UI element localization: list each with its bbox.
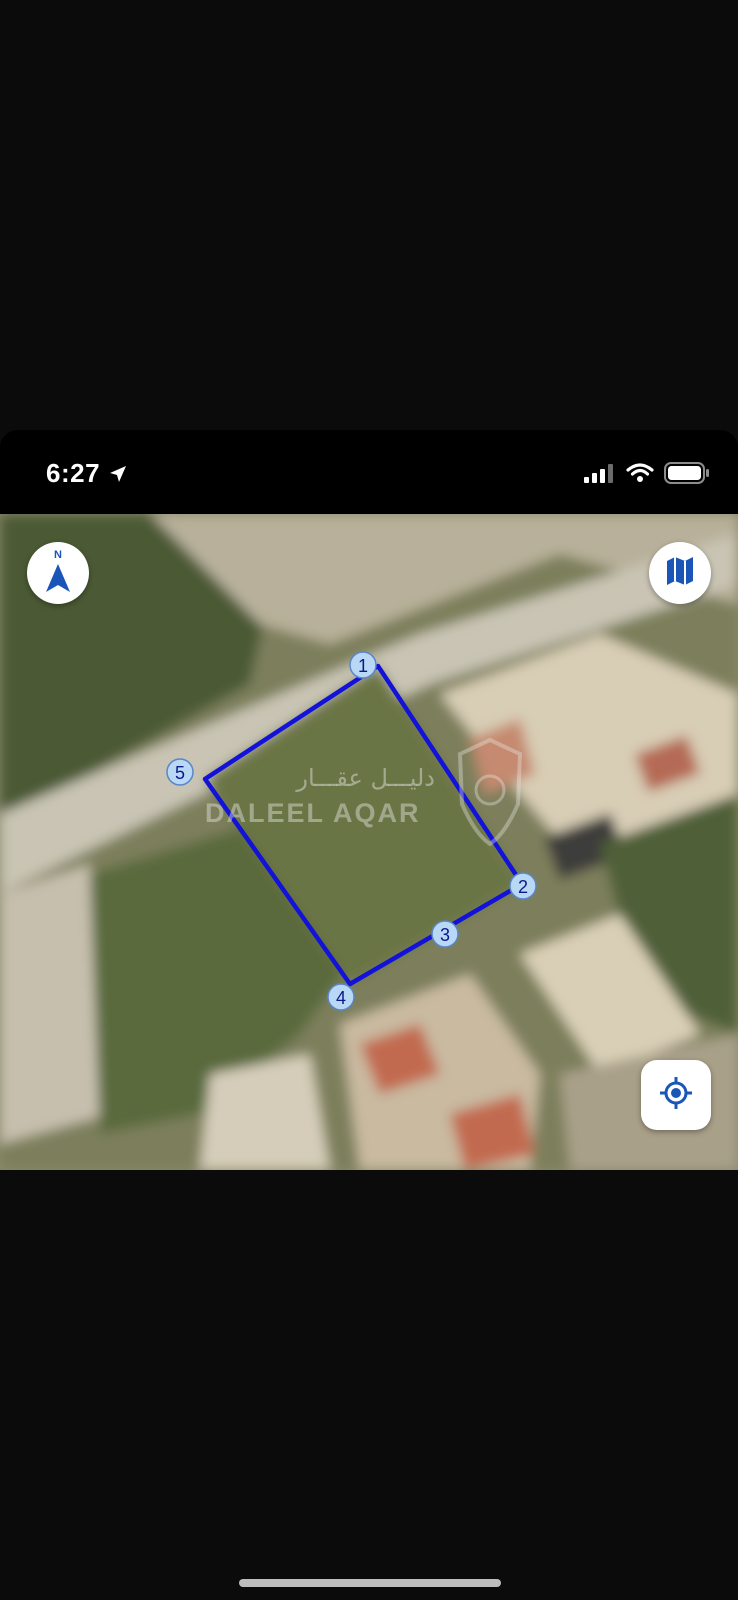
vertex-3[interactable]: 3: [431, 920, 459, 948]
satellite-map[interactable]: 1 2 3 4 5 دليـــل عقـــار DALEEL AQAR N: [0, 514, 738, 1170]
wifi-icon: [626, 463, 654, 488]
map-imagery: 1 2 3 4 5: [0, 514, 738, 1170]
svg-text:1: 1: [358, 656, 368, 676]
locate-me-button[interactable]: [641, 1060, 711, 1130]
status-time: 6:27: [46, 458, 101, 488]
svg-text:2: 2: [518, 877, 528, 897]
vertex-1[interactable]: 1: [349, 651, 377, 679]
svg-text:3: 3: [440, 925, 450, 945]
cellular-signal-icon: [584, 463, 616, 488]
clock-group: 6:27: [46, 458, 128, 489]
svg-text:5: 5: [175, 763, 185, 783]
status-bar: 6:27: [0, 430, 738, 514]
locate-me-icon: [658, 1075, 694, 1116]
status-icons: [584, 462, 710, 489]
compass-button[interactable]: N: [27, 542, 89, 604]
compass-north-label: N: [54, 549, 62, 561]
vertex-5[interactable]: 5: [166, 758, 194, 786]
vertex-4[interactable]: 4: [327, 983, 355, 1011]
phone-screen: 6:27 1 2 3 4 5 دليـــل عقـــار DALEEL AQ…: [0, 430, 738, 1170]
svg-text:4: 4: [336, 988, 346, 1008]
home-indicator[interactable]: [239, 1579, 501, 1587]
vertex-2[interactable]: 2: [509, 872, 537, 900]
map-layers-button[interactable]: [649, 542, 711, 604]
location-arrow-icon: [108, 464, 128, 484]
battery-icon: [664, 462, 710, 489]
map-layers-icon: [665, 555, 695, 592]
